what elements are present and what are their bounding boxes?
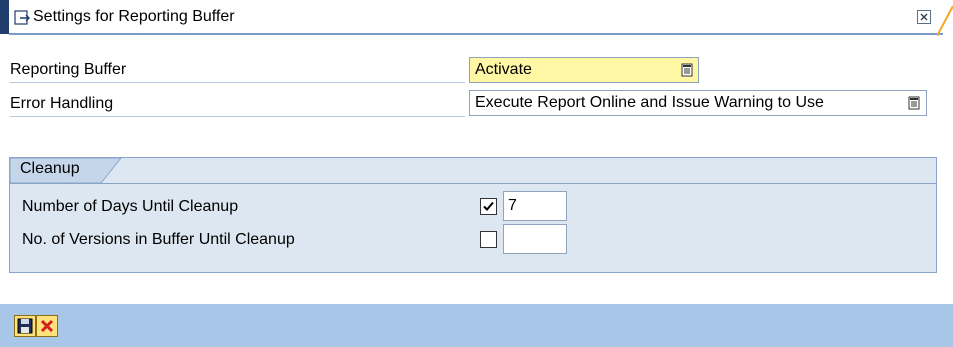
days-until-cleanup-label: Number of Days Until Cleanup bbox=[22, 198, 239, 215]
save-icon[interactable] bbox=[14, 315, 36, 337]
error-handling-label: Error Handling bbox=[10, 92, 465, 117]
dialog-icon bbox=[14, 10, 30, 26]
checkmark-icon bbox=[483, 201, 494, 211]
bottom-toolbar bbox=[0, 304, 953, 347]
dropdown-list-icon[interactable] bbox=[907, 95, 923, 111]
days-until-cleanup-checkbox[interactable] bbox=[480, 198, 497, 215]
versions-until-cleanup-label: No. of Versions in Buffer Until Cleanup bbox=[22, 231, 295, 248]
days-until-cleanup-input[interactable]: 7 bbox=[503, 191, 567, 221]
error-handling-value: Execute Report Online and Issue Warning … bbox=[475, 94, 824, 111]
reporting-buffer-value: Activate bbox=[475, 61, 532, 78]
reporting-buffer-label: Reporting Buffer bbox=[10, 58, 465, 83]
title-corner-accent bbox=[937, 0, 953, 36]
dropdown-list-icon[interactable] bbox=[680, 62, 696, 78]
close-icon[interactable] bbox=[916, 9, 932, 25]
cleanup-group-title: Cleanup bbox=[20, 160, 80, 177]
title-underline bbox=[9, 33, 943, 35]
window-title: Settings for Reporting Buffer bbox=[33, 8, 235, 25]
title-accent-bar bbox=[0, 0, 9, 34]
cancel-icon[interactable] bbox=[36, 315, 58, 337]
cleanup-group-divider bbox=[10, 183, 936, 184]
versions-until-cleanup-input[interactable] bbox=[503, 224, 567, 254]
reporting-buffer-dropdown[interactable]: Activate bbox=[469, 57, 699, 83]
versions-until-cleanup-checkbox[interactable] bbox=[480, 231, 497, 248]
window-title-bar: Settings for Reporting Buffer bbox=[0, 0, 953, 36]
error-handling-dropdown[interactable]: Execute Report Online and Issue Warning … bbox=[469, 90, 927, 116]
